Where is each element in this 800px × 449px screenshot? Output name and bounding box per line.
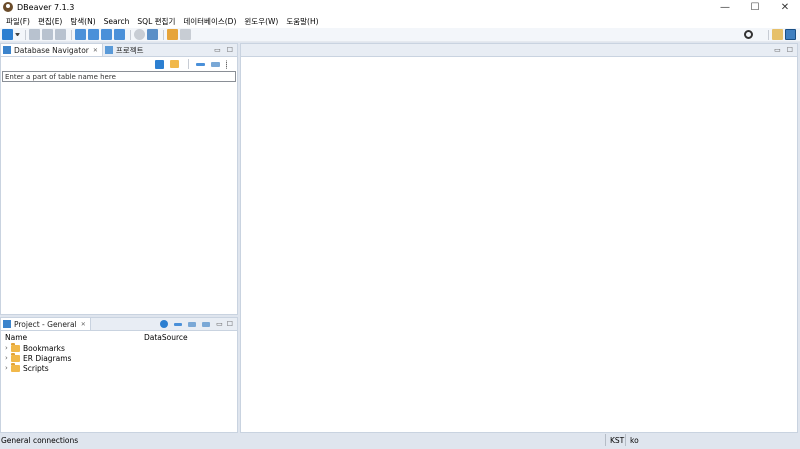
menu-sql-editor[interactable]: SQL 편집기 (133, 16, 179, 27)
pane-controls: ▭ ☐ (214, 46, 233, 54)
view-menu-icon[interactable] (226, 59, 229, 69)
toolbar-separator (71, 29, 72, 40)
project-icon (104, 46, 113, 54)
open-perspective-icon[interactable] (772, 29, 783, 40)
toolbar-separator (188, 59, 189, 69)
link-with-editor-icon[interactable] (188, 322, 197, 327)
database-navigator-panel: Database Navigator ✕ 프로젝트 ▭ ☐ (0, 43, 238, 315)
tree-item-er-diagrams[interactable]: › ER Diagrams (1, 352, 237, 363)
configure-icon[interactable] (160, 320, 169, 328)
minimize-icon[interactable]: ▭ (216, 320, 223, 328)
editor-area[interactable]: ▭ ☐ (240, 43, 798, 433)
toolbar-separator (130, 29, 131, 40)
column-datasource[interactable]: DataSource (144, 333, 188, 342)
disconnect-icon[interactable] (42, 29, 53, 40)
window-title: DBeaver 7.1.3 (17, 2, 75, 12)
menu-file[interactable]: 파일(F) (2, 16, 34, 27)
maximize-icon[interactable]: ☐ (787, 46, 793, 54)
table-filter-box (2, 71, 236, 82)
menu-edit[interactable]: 편집(E) (34, 16, 66, 27)
status-message: General connections (1, 435, 79, 445)
column-name[interactable]: Name (5, 333, 27, 342)
close-icon[interactable]: ✕ (93, 47, 98, 54)
navigator-tabbar: Database Navigator ✕ 프로젝트 ▭ ☐ (1, 44, 237, 57)
status-locale: ko (625, 434, 643, 446)
search-icon[interactable] (744, 30, 753, 39)
close-icon[interactable]: ✕ (81, 321, 86, 328)
menu-search[interactable]: Search (100, 17, 134, 26)
menu-bar: 파일(F) 편집(E) 탐색(N) Search SQL 편집기 데이터베이스(… (0, 14, 800, 28)
pane-controls: ▭ ☐ (774, 46, 793, 54)
database-navigator-icon (3, 46, 11, 54)
database-perspective-icon[interactable] (785, 29, 796, 40)
dbeaver-logo-icon (3, 2, 13, 12)
close-button[interactable]: ✕ (770, 0, 800, 14)
collapse-all-icon[interactable] (196, 62, 205, 66)
editor-tabbar: ▭ ☐ (241, 44, 797, 57)
toolbar-separator (25, 29, 26, 40)
project-tabbar: Project - General ✕ ▭ ☐ (1, 318, 237, 331)
scripts-folder-icon (11, 362, 20, 372)
minimize-icon[interactable]: ▭ (214, 46, 221, 54)
tab-project-general[interactable]: Project - General ✕ (1, 318, 91, 330)
tab-label: 프로젝트 (115, 45, 144, 55)
title-bar: DBeaver 7.1.3 — ☐ ✕ (0, 0, 800, 14)
new-connection-icon[interactable] (155, 59, 164, 69)
tree-item-bookmarks[interactable]: › Bookmarks (1, 342, 237, 353)
transaction-log-icon[interactable] (114, 29, 125, 40)
navigator-toolbar (1, 57, 237, 71)
sync-icon[interactable] (202, 322, 211, 327)
er-diagrams-folder-icon (11, 352, 20, 362)
menu-database[interactable]: 데이터베이스(D) (179, 16, 240, 27)
menu-help[interactable]: 도움말(H) (282, 16, 322, 27)
new-folder-icon[interactable] (170, 60, 179, 68)
minimize-button[interactable]: — (710, 0, 740, 14)
tree-item-label: Scripts (23, 363, 49, 373)
toolbar-separator (163, 29, 164, 40)
connect-icon[interactable] (29, 29, 40, 40)
transaction-mode-icon[interactable] (101, 29, 112, 40)
project-general-panel: Project - General ✕ ▭ ☐ Name DataSource … (0, 317, 238, 433)
tree-item-label: Bookmarks (23, 343, 65, 353)
toolbar-separator (768, 29, 769, 40)
table-name-filter-input[interactable] (5, 72, 235, 81)
back-icon[interactable] (180, 29, 191, 40)
link-with-editor-icon[interactable] (211, 61, 220, 67)
dropdown-arrow-icon[interactable] (15, 33, 20, 36)
sql-editor-icon[interactable] (147, 29, 158, 40)
maximize-icon[interactable]: ☐ (227, 320, 233, 328)
commit-icon[interactable] (75, 29, 86, 40)
tab-database-navigator[interactable]: Database Navigator ✕ (1, 44, 103, 56)
tab-label: Project - General (14, 319, 77, 329)
tab-project[interactable]: 프로젝트 (103, 44, 148, 56)
tools-icon[interactable] (167, 29, 178, 40)
menu-window[interactable]: 윈도우(W) (240, 16, 282, 27)
pending-transactions-icon[interactable] (134, 29, 145, 40)
tree-item-scripts[interactable]: › Scripts (1, 362, 237, 373)
rollback-icon[interactable] (88, 29, 99, 40)
invalidate-icon[interactable] (55, 29, 66, 40)
project-columns-header: Name DataSource (1, 331, 237, 343)
project-icon (3, 320, 11, 328)
maximize-icon[interactable]: ☐ (227, 46, 233, 54)
new-connection-icon[interactable] (2, 29, 13, 40)
window-controls: — ☐ ✕ (710, 0, 800, 14)
toolbar-right (744, 29, 798, 40)
tree-item-label: ER Diagrams (23, 353, 72, 363)
maximize-button[interactable]: ☐ (740, 0, 770, 14)
status-bar: General connections KST ko (0, 434, 800, 446)
pane-controls: ▭ ☐ (160, 320, 233, 328)
main-toolbar (0, 28, 800, 42)
bookmarks-folder-icon (11, 342, 20, 352)
minimize-icon[interactable]: ▭ (774, 46, 781, 54)
menu-navigate[interactable]: 탐색(N) (66, 16, 99, 27)
collapse-all-icon[interactable] (174, 323, 183, 326)
tab-label: Database Navigator (14, 45, 89, 55)
